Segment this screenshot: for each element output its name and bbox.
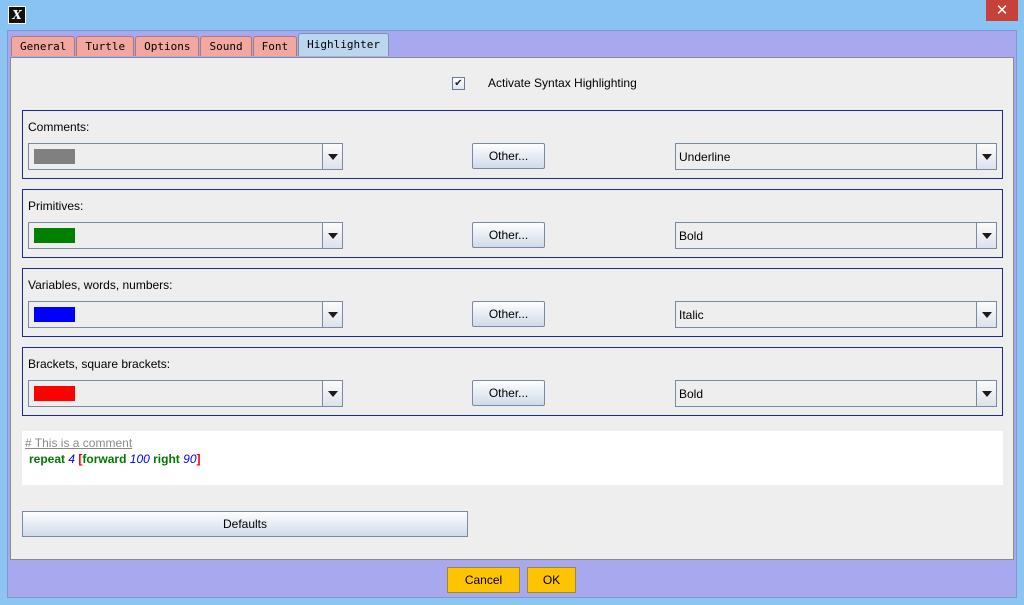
activate-highlighting-row: ✔ Activate Syntax Highlighting <box>452 76 637 90</box>
comments-group: Comments: Other... Underline <box>22 110 1003 179</box>
brackets-other-color-button[interactable]: Other... <box>472 380 545 406</box>
primitives-other-color-button[interactable]: Other... <box>472 222 545 248</box>
preview-primitive: repeat <box>29 452 66 466</box>
color-swatch <box>34 228 75 243</box>
group-label: Comments: <box>28 120 90 134</box>
comments-other-color-button[interactable]: Other... <box>472 143 545 169</box>
dialog-client-area: General Turtle Options Sound Font Highli… <box>7 30 1017 598</box>
preview-primitive: forward <box>82 452 127 466</box>
brackets-group: Brackets, square brackets: Other... Bold <box>22 347 1003 416</box>
tab-turtle[interactable]: Turtle <box>76 36 135 56</box>
cancel-button[interactable]: Cancel <box>447 567 520 593</box>
preview-comment-line: # This is a comment <box>25 435 1000 451</box>
tab-highlighter[interactable]: Highlighter <box>298 33 389 56</box>
chevron-down-icon[interactable] <box>322 223 342 248</box>
preview-comment: # This is a comment <box>25 436 133 450</box>
chevron-down-icon[interactable] <box>322 381 342 406</box>
group-label: Variables, words, numbers: <box>28 278 173 292</box>
preview-primitive: right <box>153 452 180 466</box>
preview-bracket: ] <box>196 452 201 466</box>
group-label: Brackets, square brackets: <box>28 357 171 371</box>
app-logo-icon: X <box>8 6 26 24</box>
primitives-group: Primitives: Other... Bold <box>22 189 1003 258</box>
defaults-button[interactable]: Defaults <box>22 511 468 537</box>
preview-number: 90 <box>183 452 197 466</box>
tab-options[interactable]: Options <box>135 36 200 56</box>
preview-number: 100 <box>129 452 150 466</box>
primitives-style-select[interactable]: Bold <box>675 222 997 249</box>
color-swatch <box>34 386 75 401</box>
ok-button[interactable]: OK <box>527 567 576 593</box>
style-value: Underline <box>679 150 731 164</box>
chevron-down-icon[interactable] <box>976 381 996 406</box>
group-label: Primitives: <box>28 199 84 213</box>
chevron-down-icon[interactable] <box>976 144 996 169</box>
primitives-color-select[interactable] <box>28 222 343 249</box>
comments-style-select[interactable]: Underline <box>675 143 997 170</box>
tab-sound[interactable]: Sound <box>200 36 252 56</box>
brackets-style-select[interactable]: Bold <box>675 380 997 407</box>
preview-code-line: repeat 4 [forward 100 right 90] <box>25 451 1000 467</box>
color-swatch <box>34 149 75 164</box>
chevron-down-icon[interactable] <box>976 223 996 248</box>
style-value: Bold <box>679 229 704 243</box>
close-button[interactable]: ✕ <box>986 0 1018 21</box>
variables-color-select[interactable] <box>28 301 343 328</box>
tab-general[interactable]: General <box>11 36 76 56</box>
variables-other-color-button[interactable]: Other... <box>472 301 545 327</box>
style-value: Italic <box>679 308 704 322</box>
tab-font[interactable]: Font <box>252 36 298 56</box>
highlighter-panel: ✔ Activate Syntax Highlighting Comments:… <box>10 57 1014 560</box>
preview-number: 4 <box>68 452 76 466</box>
activate-highlighting-checkbox[interactable]: ✔ <box>452 76 465 90</box>
chevron-down-icon[interactable] <box>322 302 342 327</box>
brackets-color-select[interactable] <box>28 380 343 407</box>
activate-highlighting-label: Activate Syntax Highlighting <box>488 76 637 90</box>
color-swatch <box>34 307 75 322</box>
style-value: Bold <box>679 387 704 401</box>
variables-style-select[interactable]: Italic <box>675 301 997 328</box>
chevron-down-icon[interactable] <box>976 302 996 327</box>
comments-color-select[interactable] <box>28 143 343 170</box>
chevron-down-icon[interactable] <box>322 144 342 169</box>
tab-strip: General Turtle Options Sound Font Highli… <box>11 33 390 57</box>
variables-group: Variables, words, numbers: Other... Ital… <box>22 268 1003 337</box>
title-bar: X ✕ <box>0 0 1024 30</box>
syntax-preview: # This is a comment repeat 4 [forward 10… <box>22 431 1003 485</box>
